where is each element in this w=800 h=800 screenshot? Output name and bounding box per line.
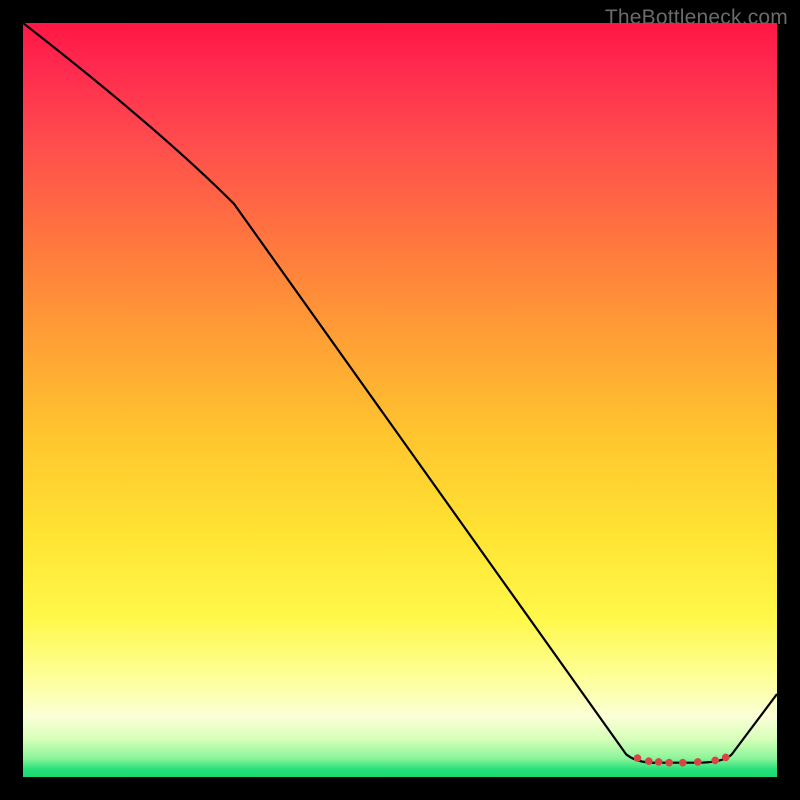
- curve-marker: [679, 759, 686, 766]
- curve-marker: [722, 754, 729, 761]
- curve-marker: [655, 758, 662, 765]
- chart-frame: TheBottleneck.com: [0, 0, 800, 800]
- line-layer: [23, 23, 777, 777]
- curve-marker: [694, 758, 701, 765]
- curve-marker: [634, 755, 641, 762]
- watermark-text: TheBottleneck.com: [605, 6, 788, 30]
- plot-area: [23, 23, 777, 777]
- curve-marker: [666, 759, 673, 766]
- matched-segment-markers: [634, 754, 729, 766]
- curve-marker: [712, 757, 719, 764]
- bottleneck-curve: [23, 23, 777, 763]
- curve-marker: [645, 758, 652, 765]
